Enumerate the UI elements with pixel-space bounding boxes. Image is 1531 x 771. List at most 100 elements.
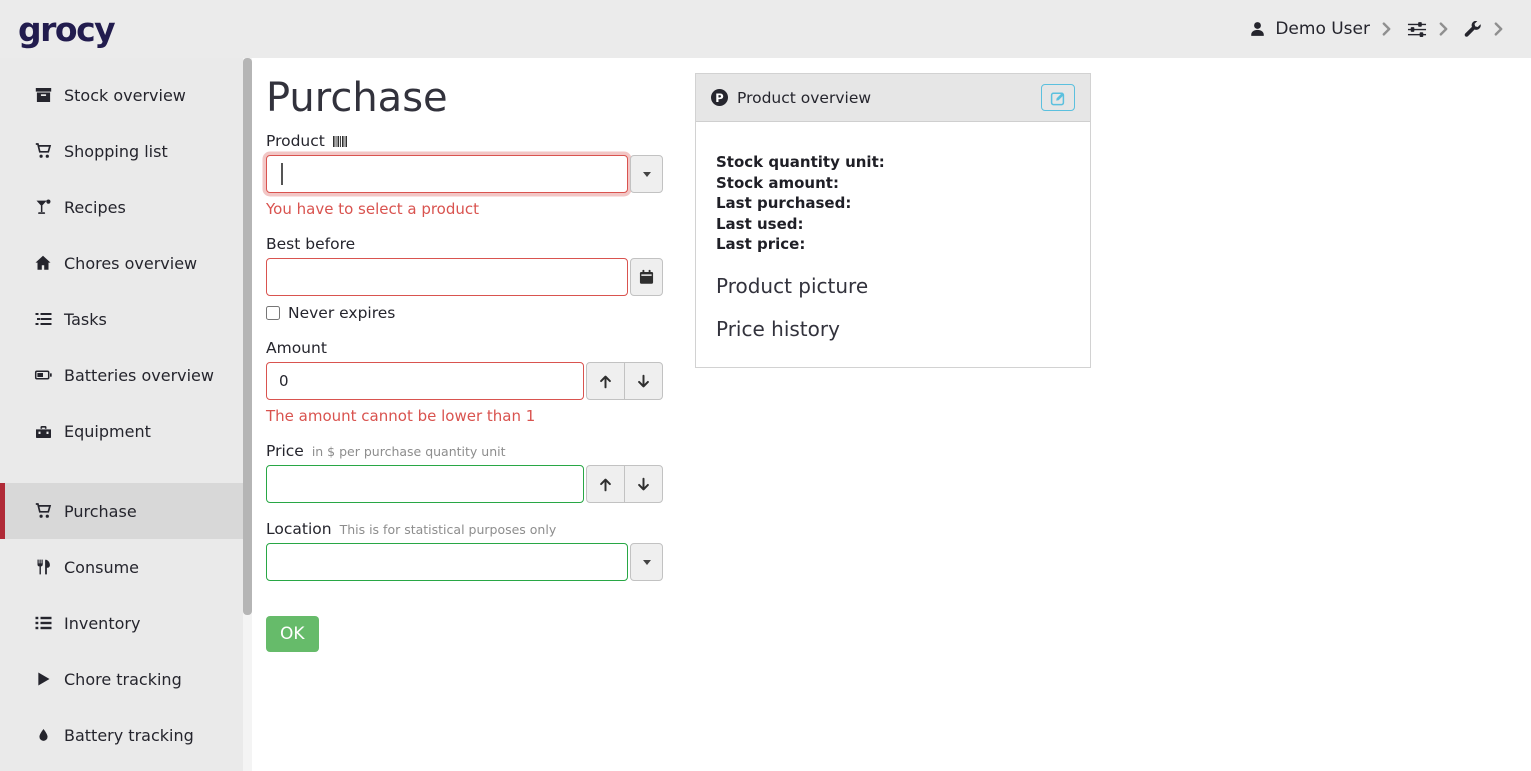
box-icon	[33, 87, 53, 103]
sidebar-item-tasks[interactable]: Tasks	[0, 291, 252, 347]
sliders-icon	[1407, 21, 1427, 38]
location-label: Location	[266, 520, 332, 538]
play-icon	[33, 671, 53, 687]
sidebar-item-battery-tracking[interactable]: Battery tracking	[0, 707, 252, 763]
arrow-down-icon	[636, 477, 651, 492]
user-menu-label: Demo User	[1275, 19, 1370, 39]
amount-decrement-button[interactable]	[624, 362, 663, 400]
product-error: You have to select a product	[266, 200, 663, 218]
sidebar-item-label: Batteries overview	[64, 366, 214, 385]
droplet-icon	[33, 727, 53, 743]
barcode-icon	[333, 135, 347, 148]
sidebar-item-label: Consume	[64, 558, 139, 577]
user-icon	[1249, 21, 1266, 38]
amount-increment-button[interactable]	[586, 362, 625, 400]
best-before-group: Best before Never expires	[266, 235, 663, 322]
sidebar-item-purchase[interactable]: Purchase	[0, 483, 252, 539]
price-input[interactable]	[266, 465, 584, 503]
product-overview-header: P Product overview	[696, 74, 1090, 122]
best-before-input[interactable]	[266, 258, 628, 296]
last-used-label: Last used:	[716, 214, 1070, 235]
product-circle-icon: P	[711, 89, 728, 106]
battery-icon	[33, 367, 53, 383]
arrow-up-icon	[598, 477, 613, 492]
cocktail-icon	[33, 199, 53, 215]
chevron-right-icon	[1439, 22, 1448, 36]
grocy-logo[interactable]: grocy	[18, 10, 114, 49]
last-purchased-label: Last purchased:	[716, 193, 1070, 214]
sidebar-item-chores-overview[interactable]: Chores overview	[0, 235, 252, 291]
chevron-right-icon	[1382, 22, 1391, 36]
sidebar-item-batteries-overview[interactable]: Batteries overview	[0, 347, 252, 403]
amount-input[interactable]	[266, 362, 584, 400]
sidebar-item-label: Battery tracking	[64, 726, 194, 745]
location-group: Location This is for statistical purpose…	[266, 520, 663, 581]
never-expires-checkbox[interactable]	[266, 306, 280, 320]
ok-button[interactable]: OK	[266, 616, 319, 652]
edit-pencil-icon	[1050, 90, 1066, 106]
sidebar-item-label: Chore tracking	[64, 670, 182, 689]
chevron-right-icon	[1494, 22, 1503, 36]
toolbox-icon	[33, 423, 53, 439]
amount-label: Amount	[266, 339, 327, 357]
product-group: Product You have to select a product	[266, 132, 663, 218]
list-icon	[33, 615, 53, 631]
shopping-cart-icon	[33, 503, 53, 519]
sidebar-item-label: Inventory	[64, 614, 140, 633]
location-input[interactable]	[266, 543, 628, 581]
calendar-icon	[639, 269, 654, 285]
purchase-form: Product You have to select a product	[266, 132, 663, 652]
location-hint: This is for statistical purposes only	[340, 522, 557, 537]
sidebar: Stock overview Shopping list Recipes Cho…	[0, 58, 252, 771]
sidebar-section-gap	[0, 459, 252, 483]
price-history-heading: Price history	[716, 317, 1070, 341]
sidebar-item-label: Purchase	[64, 502, 137, 521]
sidebar-item-shopping-list[interactable]: Shopping list	[0, 123, 252, 179]
sidebar-item-label: Recipes	[64, 198, 126, 217]
sidebar-item-label: Stock overview	[64, 86, 186, 105]
sidebar-scrollbar-thumb[interactable]	[243, 58, 252, 615]
sidebar-item-label: Shopping list	[64, 142, 168, 161]
shopping-cart-icon	[33, 143, 53, 159]
arrow-up-icon	[598, 374, 613, 389]
amount-error: The amount cannot be lower than 1	[266, 407, 663, 425]
product-picture-heading: Product picture	[716, 274, 1070, 298]
sidebar-item-equipment[interactable]: Equipment	[0, 403, 252, 459]
wrench-icon	[1464, 21, 1482, 38]
user-menu[interactable]: Demo User	[1249, 19, 1391, 39]
location-dropdown-button[interactable]	[630, 543, 663, 581]
sidebar-item-recipes[interactable]: Recipes	[0, 179, 252, 235]
stock-quantity-unit-label: Stock quantity unit:	[716, 152, 1070, 173]
settings-menu[interactable]	[1407, 21, 1448, 38]
price-decrement-button[interactable]	[624, 465, 663, 503]
price-hint: in $ per purchase quantity unit	[312, 444, 506, 459]
utensils-icon	[33, 559, 53, 575]
admin-menu[interactable]	[1464, 21, 1503, 38]
sidebar-item-inventory[interactable]: Inventory	[0, 595, 252, 651]
product-overview-body: Stock quantity unit: Stock amount: Last …	[696, 122, 1090, 367]
sidebar-item-label: Tasks	[64, 310, 107, 329]
sidebar-item-label: Equipment	[64, 422, 151, 441]
sidebar-item-chore-tracking[interactable]: Chore tracking	[0, 651, 252, 707]
tasks-icon	[33, 311, 53, 327]
best-before-label: Best before	[266, 235, 355, 253]
never-expires-label: Never expires	[288, 304, 395, 322]
amount-group: Amount The amount cannot be	[266, 339, 663, 425]
calendar-button[interactable]	[630, 258, 663, 296]
stock-amount-label: Stock amount:	[716, 173, 1070, 194]
edit-product-button[interactable]	[1041, 84, 1075, 111]
sidebar-item-label: Chores overview	[64, 254, 197, 273]
price-increment-button[interactable]	[586, 465, 625, 503]
caret-down-icon	[643, 560, 651, 565]
app-header: grocy Demo User	[0, 0, 1531, 58]
arrow-down-icon	[636, 374, 651, 389]
home-icon	[33, 255, 53, 271]
sidebar-item-consume[interactable]: Consume	[0, 539, 252, 595]
product-dropdown-button[interactable]	[630, 155, 663, 193]
header-nav: Demo User	[1249, 19, 1503, 39]
product-label: Product	[266, 132, 325, 150]
product-input[interactable]	[266, 155, 628, 193]
price-label: Price	[266, 442, 304, 460]
sidebar-item-stock-overview[interactable]: Stock overview	[0, 67, 252, 123]
product-overview-panel: P Product overview Stock quantity unit: …	[695, 73, 1091, 368]
